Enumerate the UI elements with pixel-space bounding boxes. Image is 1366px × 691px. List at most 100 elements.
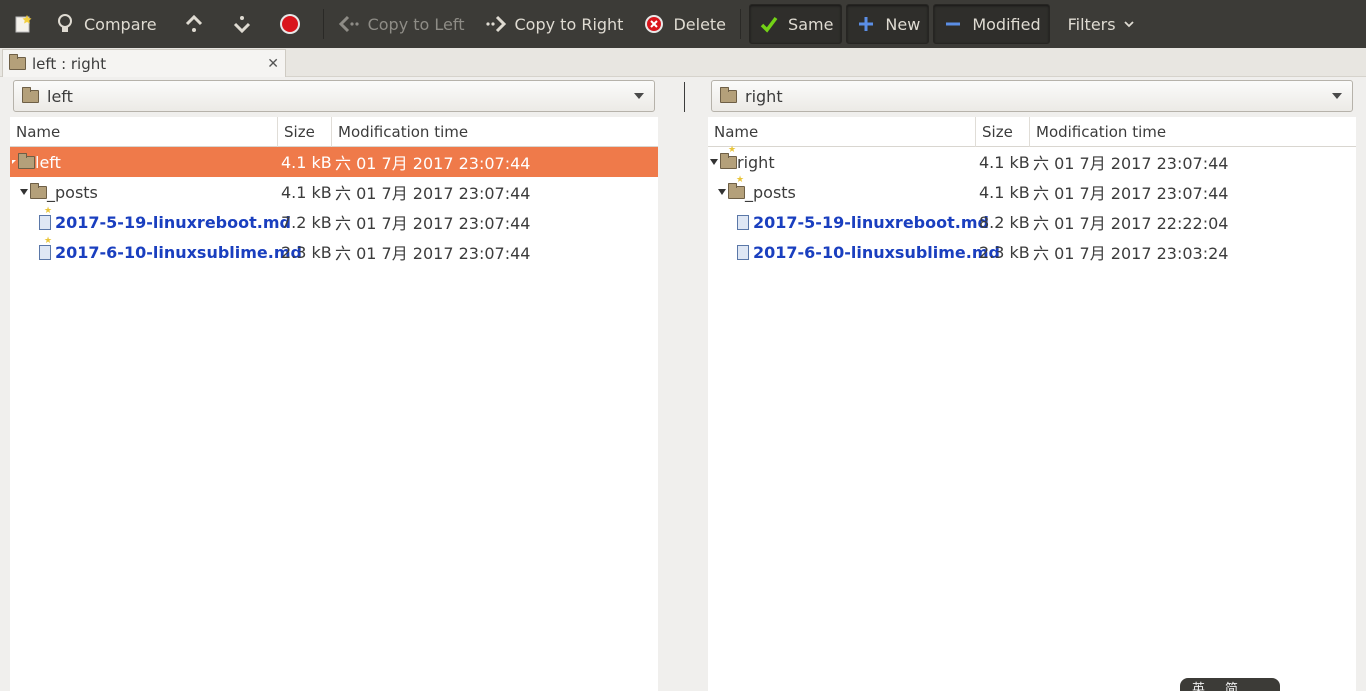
lightbulb-icon [54,13,76,35]
column-size[interactable]: Size [278,117,332,147]
column-mtime[interactable]: Modification time [1030,117,1356,147]
list-item[interactable]: left 4.1 kB 六 01 7月 2017 23:07:44 [10,147,658,177]
dropdown-arrow-icon [634,93,644,99]
stop-icon [279,13,301,35]
pane-divider [684,82,685,112]
item-name: right [737,152,775,172]
item-size: 8.2 kB [979,212,1030,232]
item-name: left [35,152,61,172]
left-path-combo[interactable]: left [13,80,655,112]
same-label: Same [788,14,834,34]
input-method-indicator[interactable]: 英 简 [1180,678,1280,691]
row-name-cell: _posts [20,177,98,207]
text-file-icon: ★ [39,236,52,260]
list-item[interactable]: ★ _posts 4.1 kB 六 01 7月 2017 23:07:44 [708,175,1356,207]
item-size: 4.1 kB [979,152,1030,172]
minus-icon [942,13,964,35]
row-name-cell: ★ 2017-6-10-linuxsublime.md [39,236,302,267]
folder-icon [9,54,26,70]
item-size: 4.1 kB [281,182,332,202]
item-name: 2017-6-10-linuxsublime.md [55,242,302,262]
column-name[interactable]: Name [708,117,976,147]
row-name-cell: ★ right [710,144,775,177]
folder-icon [30,182,47,199]
delete-button[interactable]: Delete [635,4,734,44]
toolbar-separator [322,9,324,39]
toolbar: Compare Copy to Left Copy to Right Delet… [0,0,1366,48]
arrow-right-icon [485,13,507,35]
new-document-icon [12,13,34,35]
text-file-icon: ★ [39,206,52,230]
new-comparison-button[interactable] [4,4,42,44]
chevron-down-icon [1123,20,1134,28]
tab-left-right[interactable]: left : right ✕ [2,49,286,77]
stop-button[interactable] [271,4,309,44]
item-size: 2.3 kB [281,242,332,262]
new-label: New [885,14,921,34]
list-item[interactable]: _posts 4.1 kB 六 01 7月 2017 23:07:44 [10,177,658,207]
item-mtime: 六 01 7月 2017 23:03:24 [1033,244,1229,263]
column-size[interactable]: Size [976,117,1030,147]
new-star-icon: ★ [44,205,53,216]
left-column-headers: Name Size Modification time [10,117,658,147]
expander-icon[interactable] [20,189,28,195]
row-name-cell: ★ _posts [718,175,796,207]
modified-label: Modified [972,14,1041,34]
right-path-combo[interactable]: right [711,80,1353,112]
same-toggle[interactable]: Same [749,4,843,44]
arrow-left-icon [338,13,360,35]
text-file-icon [737,244,749,260]
folder-icon [22,86,39,103]
item-name: 2017-6-10-linuxsublime.md [753,242,1000,262]
delete-icon [643,13,665,35]
list-item[interactable]: ★ right 4.1 kB 六 01 7月 2017 23:07:44 [708,144,1356,177]
close-icon[interactable]: ✕ [267,56,279,72]
list-item[interactable]: 2017-6-10-linuxsublime.md 2.3 kB 六 01 7月… [708,237,1356,267]
previous-change-button[interactable] [175,4,213,44]
list-item[interactable]: ★ 2017-5-19-linuxreboot.md 7.2 kB 六 01 7… [10,206,658,237]
item-size: 7.2 kB [281,212,332,232]
row-name-cell: 2017-6-10-linuxsublime.md [737,237,1000,267]
new-toggle[interactable]: New [846,4,930,44]
list-item[interactable]: 2017-5-19-linuxreboot.md 8.2 kB 六 01 7月 … [708,207,1356,237]
copy-to-left-label: Copy to Left [367,14,465,34]
text-file-icon [737,214,749,230]
list-item[interactable]: ★ 2017-6-10-linuxsublime.md 2.3 kB 六 01 … [10,236,658,267]
new-star-icon: ★ [736,174,745,185]
compare-button[interactable]: Compare [46,4,165,44]
toolbar-separator [740,9,742,39]
filters-menu-button[interactable]: Filters [1060,4,1142,44]
item-name: _posts [745,182,796,202]
item-size: 2.3 kB [979,242,1030,262]
modified-toggle[interactable]: Modified [933,4,1050,44]
column-mtime[interactable]: Modification time [332,117,658,147]
item-name: 2017-5-19-linuxreboot.md [55,212,291,232]
plus-icon [855,13,877,35]
ime-right-label: 简 [1225,682,1239,691]
item-mtime: 六 01 7月 2017 23:07:44 [1033,154,1229,173]
column-name[interactable]: Name [10,117,278,147]
item-mtime: 六 01 7月 2017 23:07:44 [1033,184,1229,203]
row-name-cell: left [12,147,61,177]
new-star-icon: ★ [728,144,737,155]
copy-to-left-button[interactable]: Copy to Left [330,4,473,44]
collapse-arrow-icon[interactable] [12,160,16,164]
dropdown-arrow-icon [1332,93,1342,99]
right-pane: Name Size Modification time ★ right 4.1 … [708,117,1356,691]
expander-icon[interactable] [718,189,726,195]
item-mtime: 六 01 7月 2017 22:22:04 [1033,214,1229,233]
left-pane: Name Size Modification time left 4.1 kB … [10,117,658,691]
copy-to-right-button[interactable]: Copy to Right [477,4,632,44]
item-size: 4.1 kB [979,182,1030,202]
copy-to-right-label: Copy to Right [514,14,624,34]
expander-icon[interactable] [710,159,718,165]
next-change-button[interactable] [223,4,261,44]
item-size: 4.1 kB [281,152,332,172]
item-mtime: 六 01 7月 2017 23:07:44 [335,154,531,173]
ime-left-label: 英 [1192,682,1206,691]
checkmark-icon [758,13,780,35]
item-name: 2017-5-19-linuxreboot.md [753,212,989,232]
row-name-cell: 2017-5-19-linuxreboot.md [737,207,989,237]
folder-icon: ★ [728,175,745,199]
new-star-icon: ★ [44,235,53,246]
